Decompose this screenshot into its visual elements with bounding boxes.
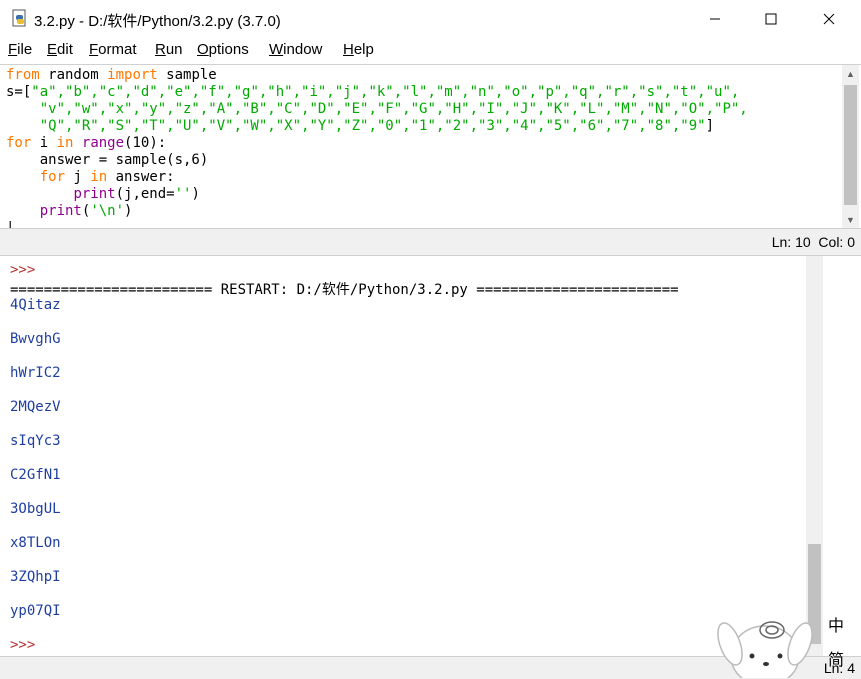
close-icon (823, 13, 835, 25)
shell-prompt: >>> (10, 262, 36, 278)
menu-file[interactable]: File (8, 41, 32, 58)
code-token: "a","b","c","d","e","f","g","h","i","j",… (31, 84, 740, 100)
minimize-icon (710, 18, 720, 20)
code-token: from (6, 67, 40, 83)
code-token: in (90, 169, 108, 185)
menu-run[interactable]: Run (155, 41, 183, 58)
minimize-button[interactable] (686, 0, 744, 38)
code-token: for (6, 135, 32, 151)
code-token: '\n' (90, 203, 125, 219)
menu-format[interactable]: Format (89, 41, 137, 58)
code-token: ) (124, 203, 133, 219)
shell-scrollbar[interactable] (806, 256, 823, 656)
scroll-up-arrow-icon[interactable]: ▲ (842, 65, 859, 82)
menu-options[interactable]: Options (197, 41, 249, 58)
code-token: '' (174, 186, 192, 202)
code-line[interactable]: "v","w","x","y","z","A","B","C","D","E",… (6, 101, 748, 118)
code-token: ) (191, 186, 200, 202)
code-token: (j,end= (115, 186, 175, 202)
output-line: BwvghG (10, 331, 61, 347)
code-token: for (39, 169, 66, 185)
code-token: range (81, 135, 125, 151)
output-line: C2GfN1 (10, 467, 61, 483)
code-line[interactable]: print('\n') (6, 203, 748, 220)
code-editor[interactable]: from random import sample s=["a","b","c",… (0, 64, 861, 236)
code-token: random (39, 67, 108, 83)
output-line: 3ObgUL (10, 501, 61, 517)
output-line: 2MQezV (10, 399, 61, 415)
output-line: hWrIC2 (10, 365, 61, 381)
code-token: answer: (107, 169, 175, 185)
ime-language-indicator[interactable]: 中 (828, 612, 844, 636)
close-button[interactable] (800, 0, 858, 38)
editor-status-bar: Ln: 10 Col: 0 (0, 228, 861, 256)
menu-edit[interactable]: Edit (47, 41, 73, 58)
output-line: x8TLOn (10, 535, 61, 551)
code-token: answer = sample(s,6) (6, 152, 209, 168)
title-bar: 3.2.py - D:/软件/Python/3.2.py (3.7.0) (0, 0, 861, 38)
code-token: "v","w","x","y","z","A","B","C","D","E",… (39, 101, 748, 117)
code-line[interactable]: print(j,end='') (6, 186, 748, 203)
code-line[interactable]: answer = sample(s,6) (6, 152, 748, 169)
code-token: "Q","R","S","T","U","V","W","X","Y","Z",… (39, 118, 706, 134)
code-text[interactable]: from random import sample s=["a","b","c",… (6, 67, 748, 237)
code-token: ] (705, 118, 715, 134)
code-line[interactable]: "Q","R","S","T","U","V","W","X","Y","Z",… (6, 118, 748, 135)
editor-cursor-position: Ln: 10 Col: 0 (771, 234, 855, 250)
code-token: print (39, 203, 82, 219)
code-token: (10): (124, 135, 167, 151)
code-line[interactable]: for j in answer: (6, 169, 748, 186)
output-line: yp07QI (10, 603, 61, 619)
menu-help[interactable]: Help (343, 41, 374, 58)
maximize-icon (765, 13, 777, 25)
code-token: j (65, 169, 91, 185)
menu-window[interactable]: Window (269, 41, 322, 58)
restart-line: ======================== RESTART: D:/软件/… (10, 282, 679, 298)
code-token: import (107, 67, 158, 83)
scroll-down-arrow-icon[interactable]: ▼ (842, 211, 859, 228)
output-line: 3ZQhpI (10, 569, 61, 585)
code-token: in (56, 135, 74, 151)
maximize-button[interactable] (742, 0, 800, 38)
code-token: print (73, 186, 116, 202)
python-file-icon (12, 9, 26, 27)
code-token: s=[ (6, 84, 32, 100)
window-title: 3.2.py - D:/软件/Python/3.2.py (3.7.0) (34, 13, 281, 30)
shell-final-prompt[interactable]: >>> (10, 637, 35, 653)
mascot-icon (717, 621, 813, 678)
editor-scrollbar[interactable]: ▲ ▼ (842, 65, 859, 228)
output-line: 4Qitaz (10, 297, 61, 313)
code-token: sample (157, 67, 217, 83)
code-line[interactable]: for i in range(10): (6, 135, 748, 152)
code-line[interactable]: s=["a","b","c","d","e","f","g","h","i","… (6, 84, 748, 101)
menu-bar: File Edit Format Run Options Window Help (0, 38, 861, 64)
shell-window[interactable]: >>> ======================== RESTART: D:… (0, 256, 861, 656)
output-line: sIqYc3 (10, 433, 61, 449)
code-token: i (31, 135, 57, 151)
ime-mode-indicator[interactable]: 简 (828, 646, 844, 670)
code-line[interactable]: from random import sample (6, 67, 748, 84)
editor-scroll-thumb[interactable] (844, 85, 857, 205)
